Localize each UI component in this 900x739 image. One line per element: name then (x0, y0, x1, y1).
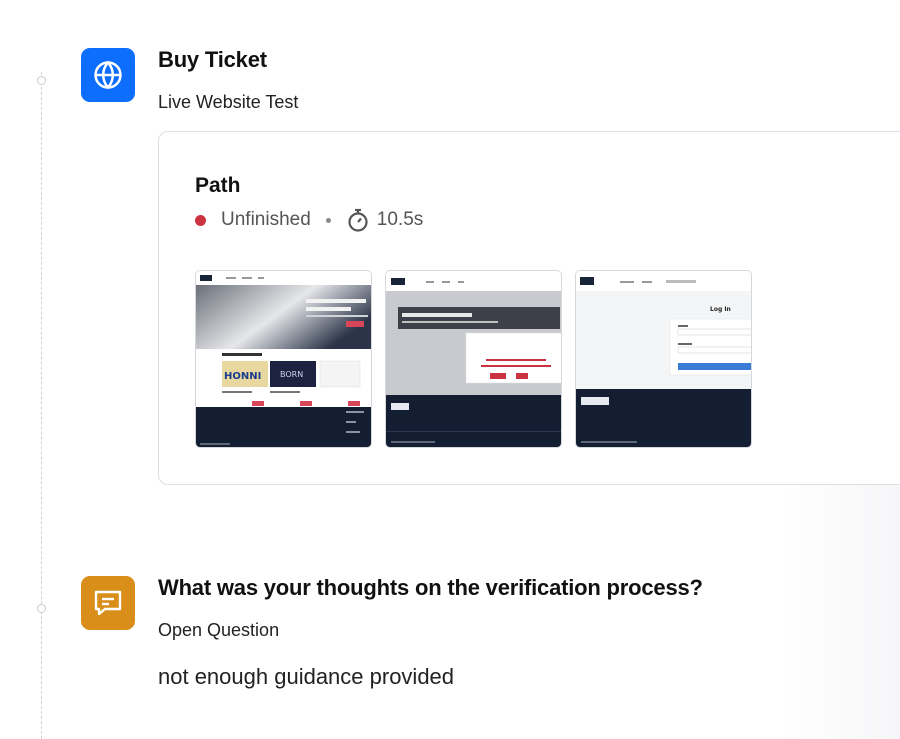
answer-text: not enough guidance provided (158, 664, 455, 689)
path-thumbnails: HONNI BORN Log In (195, 270, 752, 448)
svg-text:HONNI: HONNI (224, 371, 261, 382)
timeline-line (41, 72, 42, 739)
step-title: Buy Ticket (158, 47, 267, 72)
svg-text:Log In: Log In (710, 306, 731, 313)
question-type-label: Open Question (158, 620, 280, 640)
timeline-dot (37, 604, 46, 613)
question-title: What was your thoughts on the verificati… (158, 575, 703, 600)
stopwatch-icon (347, 208, 369, 232)
timeline-dot (37, 76, 46, 85)
status-text: Unfinished (221, 209, 311, 230)
path-screenshot-2[interactable] (385, 270, 562, 448)
status-dot (195, 214, 206, 226)
path-screenshot-1[interactable]: HONNI BORN (195, 270, 372, 448)
path-meta: Unfinished 10.5s (195, 208, 423, 232)
message-icon (81, 576, 135, 630)
path-card: Path Unfinished 10.5s HONNI BORN Log In (158, 131, 900, 485)
duration-text: 10.5s (376, 209, 424, 230)
separator-dot (325, 217, 331, 223)
svg-text:BORN: BORN (280, 370, 303, 379)
card-title: Path (195, 174, 241, 197)
path-screenshot-3[interactable]: Log In (575, 270, 752, 448)
globe-icon (81, 48, 135, 102)
step-type-label: Live Website Test (158, 92, 299, 112)
